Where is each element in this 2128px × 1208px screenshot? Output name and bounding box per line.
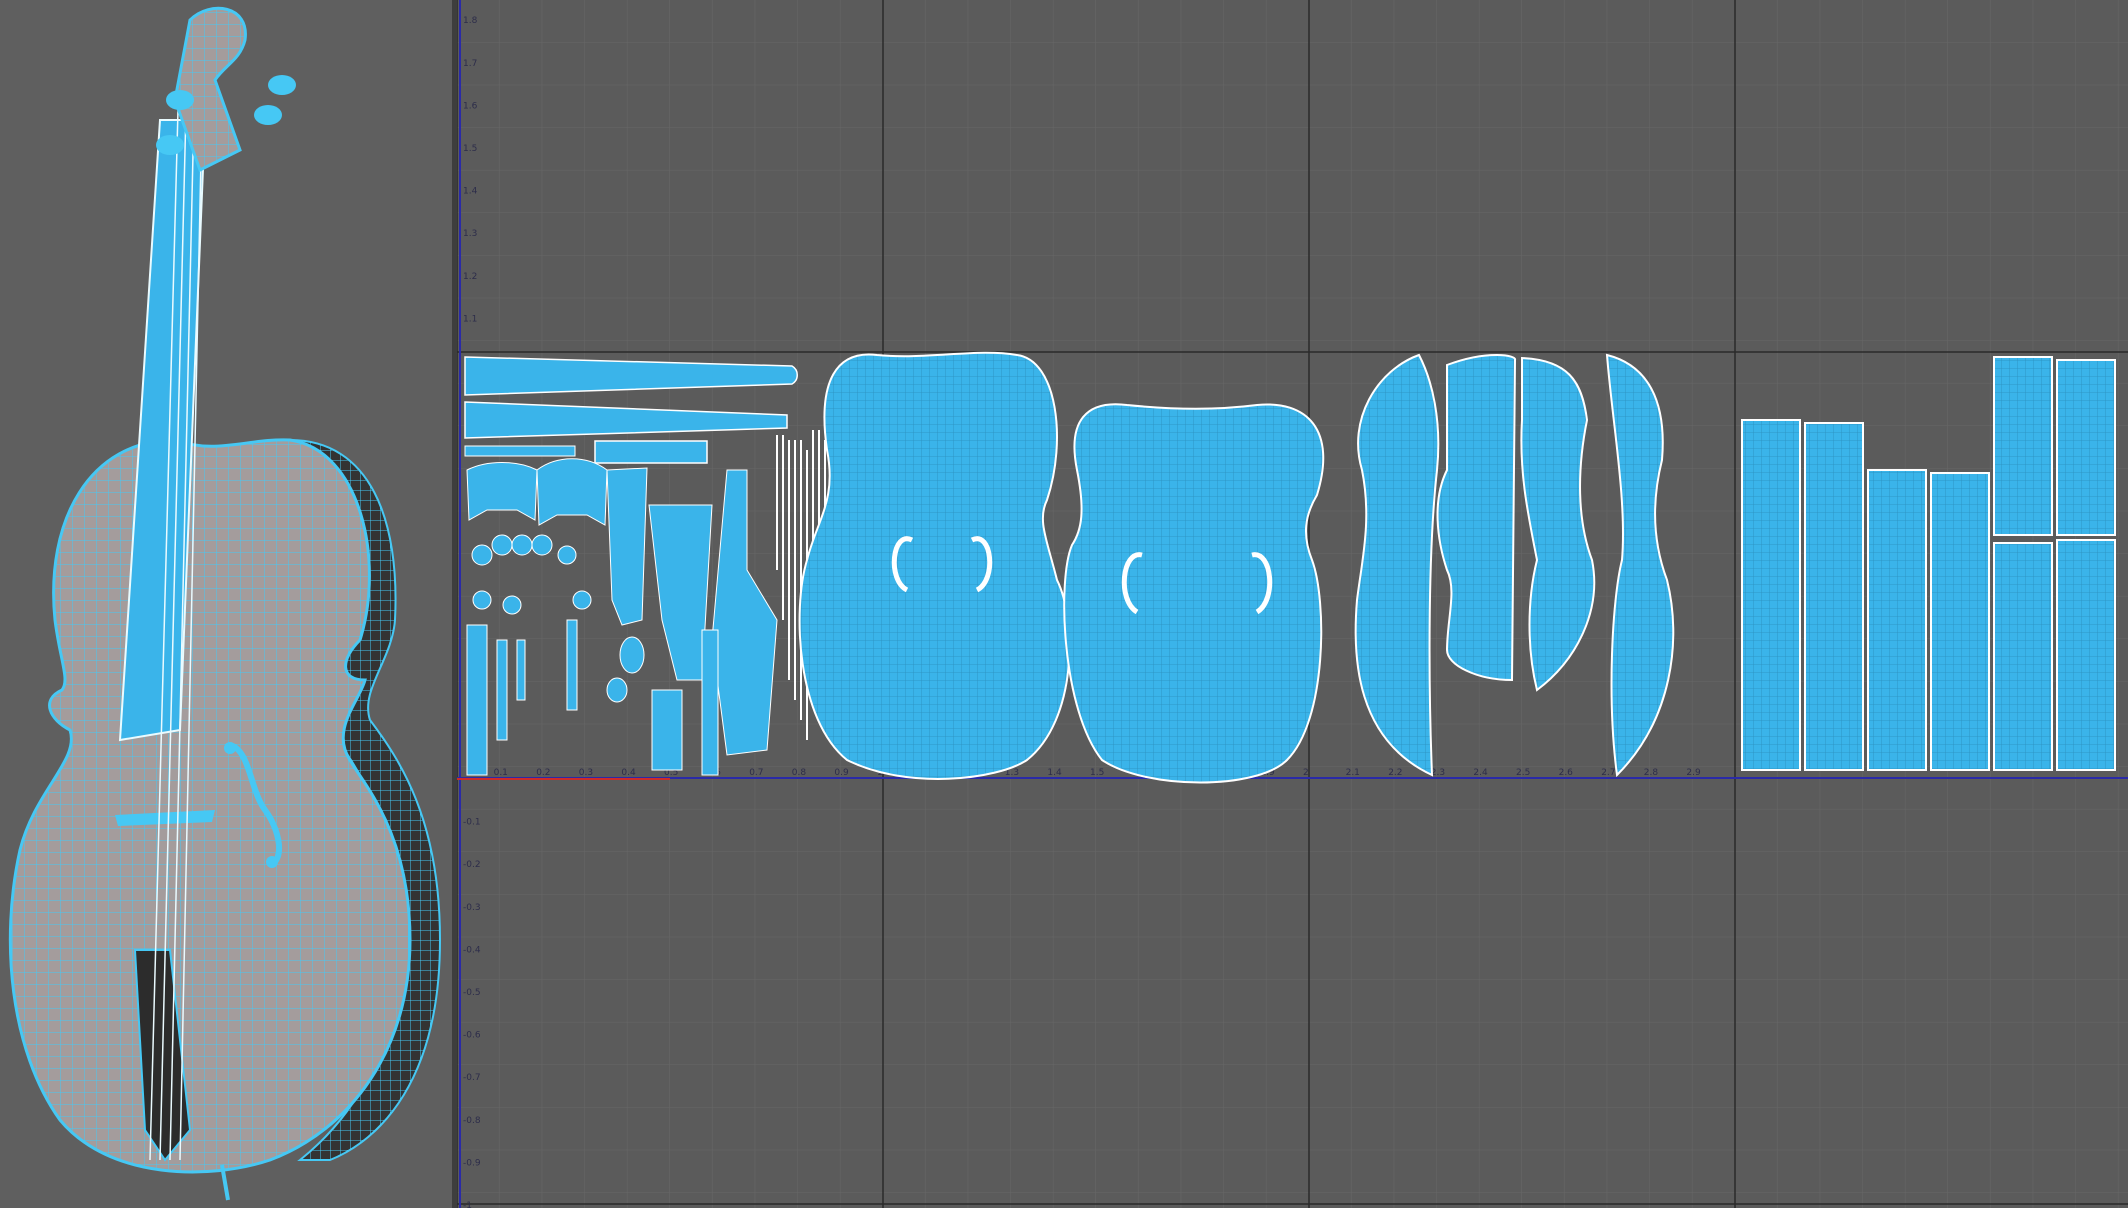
v-tick-label: 1.7 [463,59,477,69]
v-tick-label: 1.3 [463,229,477,239]
u-tick-label: 2.5 [1516,768,1530,778]
v-tick-label: 1.4 [463,187,478,197]
u-tick-label: 0.2 [536,768,550,778]
application-window: 0.10.20.30.40.50.60.70.80.911.11.21.31.4… [0,0,2128,1208]
u-tick-label: 0.7 [749,768,763,778]
v-tick-label: -0.2 [463,860,481,870]
perspective-viewport[interactable] [0,0,452,1208]
u-tick-label: 0.3 [579,768,593,778]
u-tick-label: 2.7 [1601,768,1615,778]
u-tick-label: 0.8 [792,768,807,778]
v-tick-label: 1.8 [463,16,478,26]
cello-model [8,6,442,1201]
v-tick-label: 1.6 [463,101,478,111]
uv-shell-endpin [651,689,683,771]
v-tick-label: -0.8 [463,1116,481,1126]
u-tick-label: 2.6 [1559,768,1574,778]
u-tick-label: 2 [1303,768,1309,778]
uv-shell-rib-2 [1436,354,1517,682]
v-tick-label: -1 [463,1201,472,1208]
uv-canvas: 0.10.20.30.40.50.60.70.80.911.11.21.31.4… [457,0,2128,1208]
u-tick-label: 1.5 [1090,768,1104,778]
v-tick-label: 1.2 [463,272,477,282]
u-tick-label: 2.9 [1686,768,1701,778]
v-tick-label: -0.7 [463,1073,481,1083]
v-tick-label: -0.4 [463,945,481,955]
v-tick-label: 1.5 [463,144,477,154]
u-tick-label: 0.4 [621,768,636,778]
v-tick-label: -0.5 [463,988,481,998]
v-tick-label: -0.3 [463,903,481,913]
uv-editor-grid[interactable]: 0.10.20.30.40.50.60.70.80.911.11.21.31.4… [457,0,2128,1208]
u-tick-label: 2.1 [1346,768,1360,778]
v-tick-label: -0.9 [463,1158,481,1168]
u-tick-label: 0.9 [834,768,849,778]
u-tick-label: 1.4 [1047,768,1062,778]
uv-shell-tailpiece [606,467,648,626]
v-tick-label: -0.1 [463,818,481,828]
u-tick-label: 2.2 [1388,768,1402,778]
u-tick-label: 0.1 [494,768,508,778]
uv-shell-top-plate [798,351,1071,780]
v-tick-label: -0.6 [463,1031,481,1041]
uv-shell-nut [594,440,708,464]
uv-shell-back-plate [1063,403,1325,784]
cello-body [8,438,412,1174]
uv-shell-lining [1741,419,1801,771]
u-tick-label: 2.8 [1644,768,1659,778]
u-tick-label: 2.4 [1473,768,1488,778]
v-tick-label: 1.1 [463,314,477,324]
